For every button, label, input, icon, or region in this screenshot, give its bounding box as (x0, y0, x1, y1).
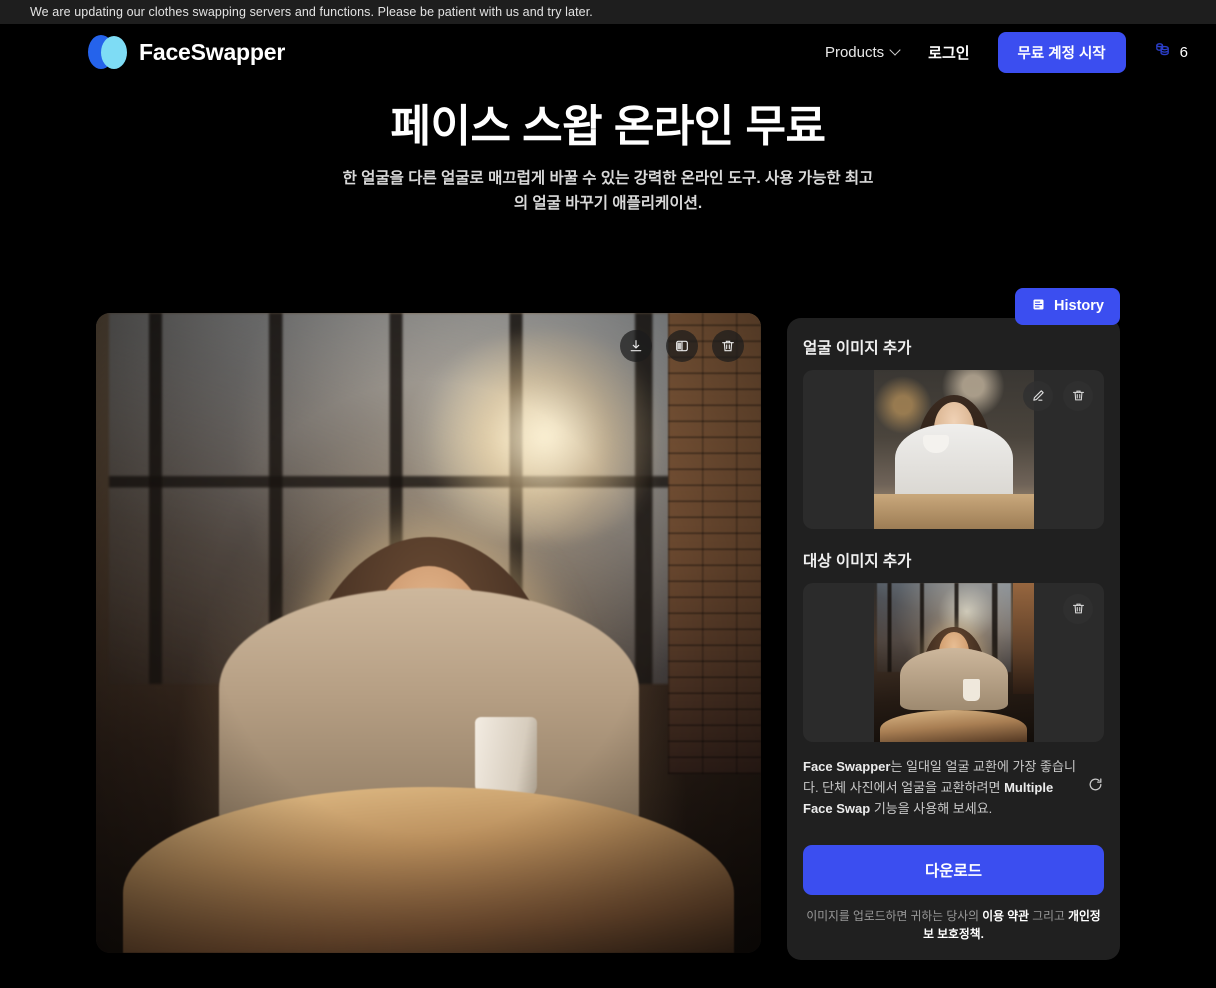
update-notice-banner: We are updating our clothes swapping ser… (0, 0, 1216, 24)
face-image-dropzone[interactable] (803, 369, 1104, 529)
target-section-label: 대상 이미지 추가 (803, 552, 912, 570)
pencil-edit-icon[interactable] (1023, 380, 1053, 411)
credits-indicator[interactable]: 6 (1154, 41, 1188, 63)
target-image-dropzone[interactable] (803, 582, 1104, 742)
history-label: History (1054, 298, 1104, 315)
terms-notice: 이미지를 업로드하면 귀하는 당사의 이용 약관 그리고 개인정보 보호정책. (803, 907, 1104, 944)
history-button[interactable]: History (1015, 287, 1120, 325)
terms-prefix: 이미지를 업로드하면 귀하는 당사의 (806, 909, 983, 924)
brand-logo[interactable]: FaceSwapper (88, 33, 285, 71)
external-refresh-icon[interactable] (1087, 776, 1104, 798)
multiple-face-swap-hint: Face Swapper는 일대일 얼굴 교환에 가장 좋습니다. 단체 사진에… (803, 756, 1104, 819)
hero-section: 페이스 스왑 온라인 무료 한 얼굴을 다른 얼굴로 매끄럽게 바꿀 수 있는 … (0, 80, 1216, 216)
faceswapper-logo-icon (88, 33, 128, 71)
face-section-label: 얼굴 이미지 추가 (803, 339, 912, 357)
history-book-icon (1031, 297, 1046, 316)
download-icon[interactable] (620, 329, 652, 362)
target-image-thumbnail (873, 582, 1034, 742)
credits-count: 6 (1179, 43, 1188, 61)
preview-toolbar (620, 329, 744, 362)
hint-brand: Face Swapper (803, 758, 891, 774)
terms-middle: 그리고 (1028, 909, 1069, 924)
trash-icon[interactable] (1063, 593, 1093, 624)
swap-workspace: History 얼굴 이미지 추가 대상 이미지 추가 Face Swapper… (0, 287, 1216, 960)
face-image-actions (1023, 380, 1093, 411)
controls-panel: 얼굴 이미지 추가 대상 이미지 추가 Face Swapper는 일대일 얼굴… (787, 317, 1120, 960)
target-image-actions (1063, 593, 1093, 624)
site-header: FaceSwapper Products 로그인 무료 계정 시작 6 (0, 24, 1216, 80)
terms-of-use-link[interactable]: 이용 약관 (982, 909, 1029, 923)
notice-text: We are updating our clothes swapping ser… (30, 5, 593, 19)
start-free-account-button[interactable]: 무료 계정 시작 (997, 31, 1126, 73)
nav-item-products[interactable]: Products (825, 44, 900, 61)
credits-coin-icon (1154, 41, 1171, 63)
trash-icon[interactable] (712, 329, 744, 362)
trash-icon[interactable] (1063, 380, 1093, 411)
chevron-down-icon (891, 46, 900, 55)
login-link[interactable]: 로그인 (928, 42, 969, 63)
result-preview-card[interactable] (96, 312, 761, 953)
primary-nav: Products 로그인 무료 계정 시작 6 (825, 31, 1188, 73)
face-image-thumbnail (873, 369, 1034, 529)
page-title: 페이스 스왑 온라인 무료 (390, 102, 826, 151)
side-column: History 얼굴 이미지 추가 대상 이미지 추가 Face Swapper… (787, 287, 1120, 960)
hero-subtitle: 한 얼굴을 다른 얼굴로 매끄럽게 바꿀 수 있는 강력한 온라인 도구. 사용… (342, 169, 874, 212)
hint-body-2: 기능을 사용해 보세요. (870, 800, 993, 816)
nav-products-label: Products (824, 43, 885, 61)
download-button[interactable]: 다운로드 (803, 845, 1104, 896)
result-image (96, 312, 761, 953)
compare-split-icon[interactable] (666, 329, 698, 362)
hint-text: Face Swapper는 일대일 얼굴 교환에 가장 좋습니다. 단체 사진에… (803, 756, 1077, 819)
brand-name: FaceSwapper (139, 38, 286, 65)
